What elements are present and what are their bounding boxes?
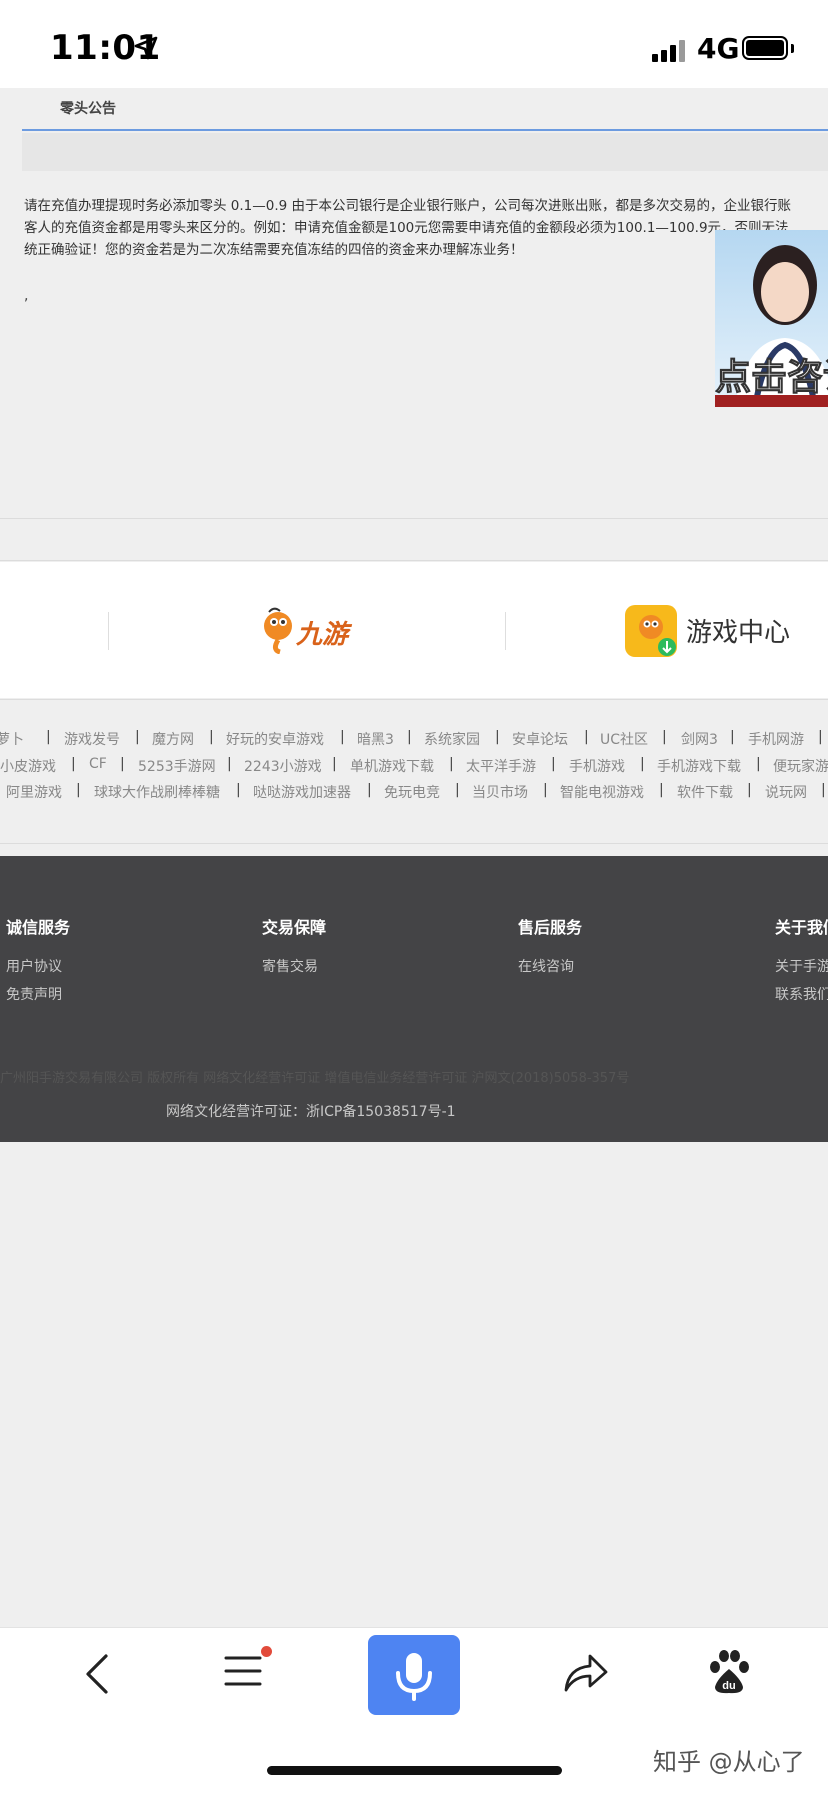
notice-body: 请在充值办理提现时务必添加零头 0.1—0.9 由于本公司银行是企业银行账户，公… bbox=[24, 195, 828, 265]
friend-link[interactable]: 当贝市场 bbox=[472, 782, 528, 802]
share-button[interactable] bbox=[562, 1652, 608, 1694]
notification-dot bbox=[261, 1646, 272, 1657]
notice-header-band bbox=[22, 133, 828, 171]
friend-link[interactable]: CF bbox=[89, 756, 107, 772]
friend-link[interactable]: 便玩家游 bbox=[773, 756, 828, 776]
footer-link-user-agreement[interactable]: 用户协议 bbox=[6, 956, 62, 976]
friend-link[interactable]: 哒哒游戏加速器 bbox=[253, 782, 351, 802]
voice-search-button[interactable] bbox=[368, 1635, 460, 1715]
home-indicator[interactable] bbox=[267, 1766, 562, 1775]
menu-button[interactable] bbox=[222, 1650, 266, 1692]
friend-link[interactable]: UC社区 bbox=[600, 729, 648, 749]
friend-link[interactable]: 暗黑3 bbox=[357, 729, 394, 749]
network-type-label: 4G bbox=[697, 32, 740, 65]
divider bbox=[0, 560, 828, 561]
friend-link[interactable]: 手机网游 bbox=[748, 729, 804, 749]
logo-divider bbox=[108, 612, 109, 650]
friend-link[interactable]: 剑网3 bbox=[681, 729, 718, 749]
footer-column-title: 关于我们 bbox=[775, 918, 828, 937]
baidu-home-button[interactable]: du bbox=[707, 1649, 751, 1695]
chevron-left-icon bbox=[86, 1654, 108, 1694]
battery-cap bbox=[791, 44, 794, 53]
watermark: 知乎 @从心了 bbox=[653, 1748, 805, 1776]
friend-link[interactable]: 游戏发号 bbox=[64, 729, 120, 749]
friend-link[interactable]: 手机游戏 bbox=[569, 756, 625, 776]
friend-link[interactable]: 智能电视游戏 bbox=[560, 782, 644, 802]
divider bbox=[0, 843, 828, 844]
notice-line: 客人的充值资金都是用零头来区分的。例如：申请充值金额是100元您需要申请充值的金… bbox=[24, 220, 789, 236]
share-arrow-icon bbox=[564, 1654, 608, 1692]
jiuyou-logo[interactable]: 九游 bbox=[262, 606, 358, 655]
back-button[interactable] bbox=[78, 1653, 118, 1695]
menu-icon bbox=[224, 1656, 262, 1686]
location-arrow-icon bbox=[134, 36, 158, 60]
site-footer bbox=[0, 856, 828, 1142]
game-center-label[interactable]: 游戏中心 bbox=[686, 612, 790, 649]
tab-underline bbox=[22, 129, 828, 131]
divider bbox=[0, 518, 828, 519]
friend-link[interactable]: 系统家园 bbox=[424, 729, 480, 749]
footer-copyright: 广州阳手游交易有限公司 版权所有 网络文化经营许可证 增值电信业务经营许可证 沪… bbox=[0, 1071, 630, 1086]
svg-text:du: du bbox=[722, 1680, 735, 1692]
battery-icon bbox=[742, 36, 788, 60]
friend-link[interactable]: 萝卜 bbox=[0, 729, 24, 749]
friend-links-row: 阿里游戏 | 球球大作战刷棒棒糖 | 哒哒游戏加速器 | 免玩电竞 | 当贝市场… bbox=[6, 782, 826, 802]
friend-link[interactable]: 说玩网 bbox=[765, 782, 807, 802]
friend-link[interactable]: 魔方网 bbox=[152, 729, 194, 749]
tab-notice[interactable]: 零头公告 bbox=[60, 98, 116, 118]
friend-link[interactable]: 小皮游戏 bbox=[0, 756, 56, 776]
footer-link-disclaimer[interactable]: 免责声明 bbox=[6, 984, 62, 1004]
consult-label: 点击咨询 bbox=[715, 357, 828, 399]
friend-link[interactable]: 太平洋手游 bbox=[466, 756, 536, 776]
friend-link[interactable]: 5253手游网 bbox=[138, 756, 216, 776]
friend-link[interactable]: 好玩的安卓游戏 bbox=[226, 729, 324, 749]
baidu-paw-icon: du bbox=[710, 1650, 749, 1694]
notice-line: 统正确验证！您的资金若是为二次冻结需要充值冻结的四倍的资金来办理解冻业务！ bbox=[24, 242, 524, 258]
microphone-icon bbox=[396, 1653, 432, 1701]
footer-link-online-consult[interactable]: 在线咨询 bbox=[518, 956, 574, 976]
jiuyou-label: 九游 bbox=[296, 620, 349, 650]
friend-links-row: 萝卜 | 游戏发号 | 魔方网 | 好玩的安卓游戏 | 暗黑3 | 系统家园 |… bbox=[0, 729, 828, 751]
footer-link-about[interactable]: 关于手游 bbox=[775, 956, 828, 976]
friend-link[interactable]: 阿里游戏 bbox=[6, 782, 62, 802]
notice-line: 请在充值办理提现时务必添加零头 0.1—0.9 由于本公司银行是企业银行账户，公… bbox=[24, 198, 792, 214]
cellular-signal-icon bbox=[652, 38, 688, 62]
friend-link[interactable]: 软件下载 bbox=[677, 782, 733, 802]
footer-link-contact[interactable]: 联系我们 bbox=[775, 984, 828, 1004]
footer-link-consignment[interactable]: 寄售交易 bbox=[262, 956, 318, 976]
consult-banner[interactable]: 点击咨询 bbox=[715, 230, 828, 407]
game-center-icon[interactable] bbox=[625, 605, 677, 657]
friend-link[interactable]: 手机游戏下载 bbox=[657, 756, 741, 776]
footer-icp-license[interactable]: 网络文化经营许可证：浙ICP备15038517号-1 bbox=[166, 1101, 456, 1121]
footer-column-title: 交易保障 bbox=[262, 918, 327, 937]
divider bbox=[0, 699, 828, 700]
friend-links-row: 小皮游戏 | CF | 5253手游网 | 2243小游戏 | 单机游戏下载 |… bbox=[0, 756, 828, 776]
notice-trailing-mark: , bbox=[24, 288, 29, 304]
footer-column-title: 售后服务 bbox=[518, 918, 583, 937]
logo-divider bbox=[505, 612, 506, 650]
friend-link[interactable]: 球球大作战刷棒棒糖 bbox=[94, 782, 220, 802]
friend-link[interactable]: 单机游戏下载 bbox=[350, 756, 434, 776]
footer-column-title: 诚信服务 bbox=[6, 918, 71, 937]
friend-link[interactable]: 免玩电竞 bbox=[384, 782, 440, 802]
friend-link[interactable]: 2243小游戏 bbox=[244, 756, 322, 776]
friend-link[interactable]: 安卓论坛 bbox=[512, 729, 568, 749]
